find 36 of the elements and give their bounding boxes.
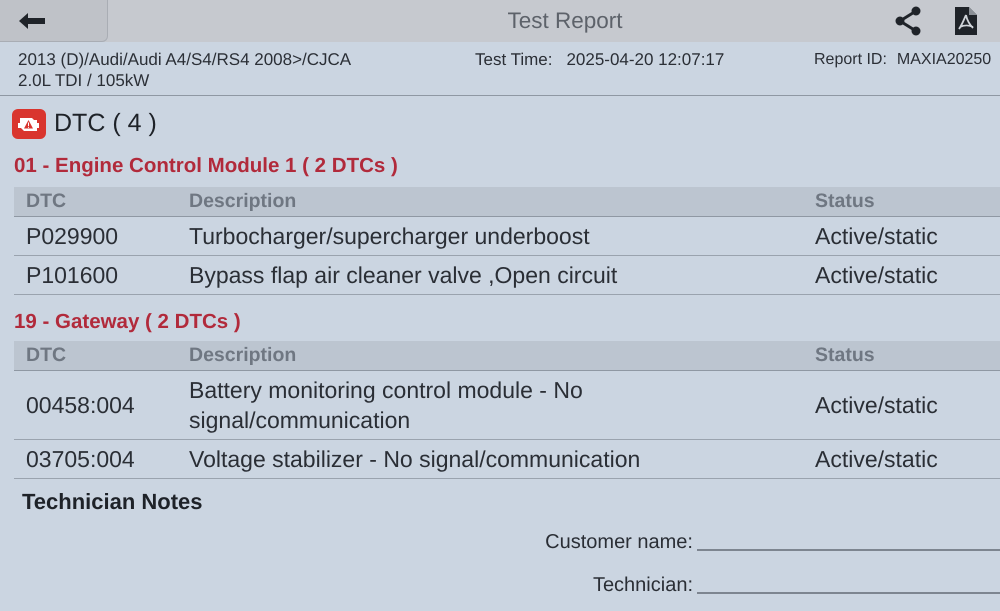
signature-label: Customer name: <box>545 530 693 555</box>
module-title: 01 - Engine Control Module 1 ( 2 DTCs ) <box>14 152 398 179</box>
signature-label: Technician: <box>592 573 693 598</box>
dtc-code: 03705:004 <box>26 446 135 472</box>
pdf-document-icon <box>955 7 977 35</box>
dtc-status: Active/static <box>815 223 938 249</box>
vehicle-info: 2.0L TDI / 105kW <box>18 70 150 91</box>
module-title: 19 - Gateway ( 2 DTCs ) <box>14 308 241 335</box>
column-header: DTC <box>25 188 68 214</box>
dtc-status: Active/static <box>815 446 938 472</box>
dtc-status: Active/static <box>815 262 938 288</box>
dtc-description: Voltage stabilizer - No signal/communication <box>189 446 640 472</box>
back-button[interactable] <box>0 0 108 42</box>
column-header: Description <box>189 342 298 368</box>
dtc-description: Turbocharger/supercharger underboost <box>189 223 590 249</box>
vehicle-info: 2013 (D)/Audi/Audi A4/S4/RS4 2008>/CJCA <box>18 49 352 70</box>
dtc-description: Battery monitoring control module - No signal/communication <box>189 377 583 433</box>
notes-title: Technician Notes <box>22 488 203 516</box>
engine-warning-icon <box>12 109 46 139</box>
section-title: DTC ( 4 ) <box>54 108 157 140</box>
column-header: Status <box>815 188 876 214</box>
test-time-value: 2025-04-20 12:07:17 <box>566 49 724 71</box>
column-header: Status <box>815 342 876 368</box>
report-id-label: Report ID: <box>814 50 887 70</box>
column-header: Description <box>189 188 298 214</box>
dtc-status: Active/static <box>815 392 938 418</box>
back-arrow-icon <box>18 12 46 30</box>
column-header: DTC <box>25 342 68 368</box>
dtc-code: P029900 <box>26 223 118 249</box>
report-id-value: MAXIA20250 <box>896 50 992 70</box>
page-title: Test Report <box>507 7 623 36</box>
test-time-label: Test Time: <box>475 49 552 71</box>
share-icon <box>894 6 922 36</box>
dtc-code: 00458:004 <box>26 392 135 418</box>
dtc-description: Bypass flap air cleaner valve ,Open circuit <box>189 262 618 288</box>
dtc-code: P101600 <box>26 262 118 288</box>
